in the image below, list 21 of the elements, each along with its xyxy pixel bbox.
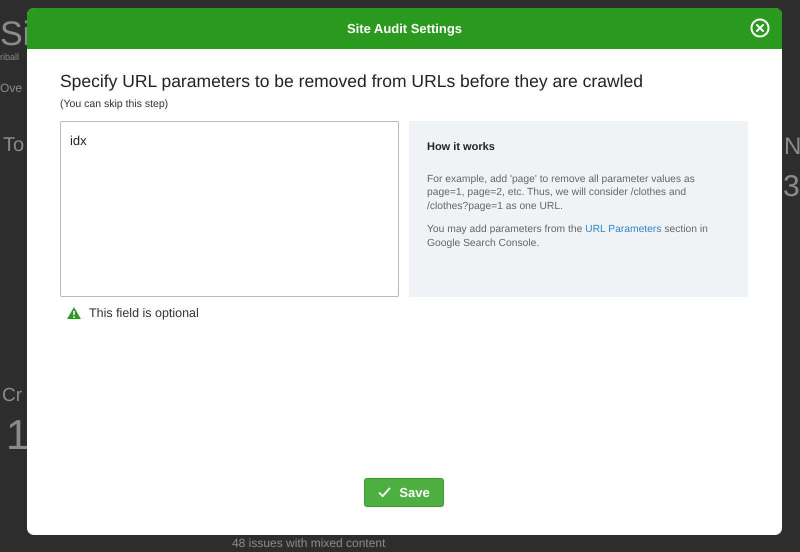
- background-text: To: [3, 134, 24, 156]
- info-text: For example, add 'page' to remove all parameter values as page=1, page=2, etc. Thus, we will consider /clothes and /clothes?page=1 as one URL.: [427, 173, 696, 214]
- background-text: riball: [0, 53, 20, 63]
- url-parameters-link[interactable]: URL Parameters: [585, 224, 662, 236]
- dialog-title: Site Audit Settings: [346, 21, 462, 36]
- dialog-subheading: (You can skip this step): [60, 98, 170, 110]
- info-title: How it works: [427, 141, 496, 153]
- close-icon[interactable]: [750, 18, 770, 38]
- background-text: 1: [6, 412, 30, 458]
- field-hint: This field is optional: [89, 306, 199, 320]
- url-parameters-field[interactable]: idx: [60, 121, 399, 297]
- dialog-heading: Specify URL parameters to be removed from URLs before they are crawled: [60, 71, 644, 92]
- save-button[interactable]: Save: [364, 478, 444, 507]
- background-text: Ove: [0, 82, 22, 96]
- warning-icon: [67, 307, 81, 319]
- background-text: Cr: [2, 386, 22, 407]
- background-text: 3: [783, 170, 800, 203]
- background-text: 48 issues with mixed content: [232, 537, 386, 550]
- checkmark-icon: [378, 487, 392, 498]
- info-text: You may add parameters from the URL Parameters section in Google Search Console.: [427, 223, 709, 250]
- background-text: N: [784, 134, 800, 160]
